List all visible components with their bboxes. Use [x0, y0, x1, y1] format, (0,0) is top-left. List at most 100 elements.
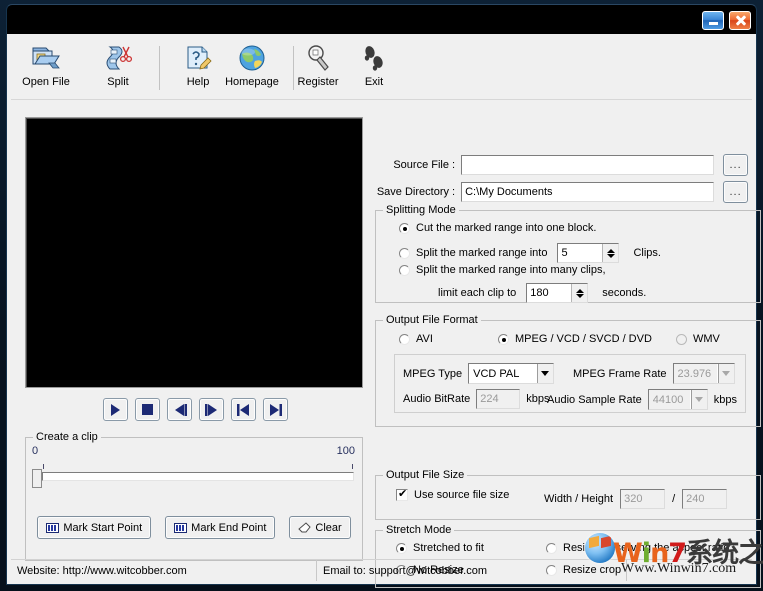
- stretch-option-stretched[interactable]: Stretched to fit: [396, 542, 484, 554]
- format-option-wmv[interactable]: WMV: [676, 333, 720, 345]
- audio-sample-rate-unit: kbps: [713, 393, 738, 406]
- radio-into-clips[interactable]: [399, 247, 410, 259]
- radio-stretched-to-fit[interactable]: [396, 542, 407, 554]
- slider-max-label: 100: [336, 445, 355, 457]
- mpeg-type-combo[interactable]: VCD PAL: [468, 363, 555, 384]
- step-forward-button[interactable]: [199, 398, 224, 421]
- toolbar-label: Open File: [22, 76, 70, 88]
- splitting-option-one-block[interactable]: Cut the marked range into one block.: [399, 222, 596, 234]
- slider-thumb[interactable]: [32, 469, 42, 488]
- use-source-file-size-row[interactable]: Use source file size: [396, 488, 510, 501]
- clear-label: Clear: [315, 521, 342, 534]
- step-backward-button[interactable]: [167, 398, 192, 421]
- clips-count-stepper[interactable]: 5: [557, 243, 620, 263]
- toolbar-button-homepage[interactable]: Homepage: [213, 40, 291, 98]
- step-forward-icon: [204, 403, 217, 416]
- split-icon: [106, 46, 133, 70]
- clip-limit-row: limit each clip to 180 seconds.: [438, 283, 646, 303]
- height-input[interactable]: 240: [682, 489, 728, 509]
- toolbar-label: Homepage: [225, 76, 279, 88]
- stepper-down-icon[interactable]: [575, 293, 584, 298]
- stepper-up-icon[interactable]: [575, 288, 584, 293]
- save-directory-row: Save Directory : C:\My Documents ...: [375, 181, 748, 203]
- splitting-option-one-block-label: Cut the marked range into one block.: [416, 222, 597, 234]
- clear-button[interactable]: Clear: [289, 516, 351, 539]
- clip-slider[interactable]: [32, 464, 356, 488]
- chevron-down-icon[interactable]: [689, 390, 707, 409]
- mark-end-icon: [174, 522, 188, 533]
- clips-count-stepper-buttons[interactable]: [602, 244, 619, 262]
- minimize-button[interactable]: [702, 11, 724, 30]
- splitting-mode-title: Splitting Mode: [383, 204, 459, 216]
- clip-limit-stepper[interactable]: 180: [526, 283, 589, 303]
- toolbar-separator: [159, 46, 160, 90]
- splitting-option-many-clips[interactable]: Split the marked range into many clips,: [399, 264, 606, 276]
- help-icon: [187, 46, 212, 70]
- splitting-option-into-clips-label: Split the marked range into: [416, 247, 548, 259]
- skip-to-start-button[interactable]: [231, 398, 256, 421]
- audio-sample-rate-combo[interactable]: 44100: [647, 389, 708, 410]
- mpeg-frame-rate-combo[interactable]: 23.976: [672, 363, 735, 384]
- clips-count-value[interactable]: 5: [558, 244, 602, 262]
- source-file-browse-button[interactable]: ...: [723, 154, 748, 176]
- radio-mpeg[interactable]: [498, 333, 509, 345]
- mark-start-label: Mark Start Point: [63, 521, 143, 534]
- splitting-option-into-clips[interactable]: Split the marked range into 5 Clips.: [399, 243, 661, 263]
- toolbar-button-exit[interactable]: Exit: [343, 40, 405, 98]
- mark-start-icon: [46, 522, 60, 533]
- width-input[interactable]: 320: [620, 489, 666, 509]
- close-button[interactable]: [729, 11, 751, 30]
- chevron-down-icon[interactable]: [716, 364, 734, 383]
- chevron-down-icon[interactable]: [536, 364, 554, 383]
- main-toolbar: Open File Split Help Homepage Register E…: [11, 38, 752, 100]
- stepper-down-icon[interactable]: [606, 253, 615, 258]
- exit-icon: [364, 46, 383, 71]
- status-email: Email to: support@witcobber.com: [317, 560, 627, 581]
- splitting-mode-group: Splitting Mode Cut the marked range into…: [375, 204, 761, 303]
- format-mpeg-label: MPEG / VCD / SVCD / DVD: [515, 333, 652, 345]
- skip-end-icon: [270, 403, 282, 416]
- source-file-label: Source File :: [393, 159, 456, 171]
- audio-bitrate-input[interactable]: 224: [476, 389, 521, 409]
- skip-to-end-button[interactable]: [263, 398, 288, 421]
- toolbar-label: Help: [186, 76, 210, 88]
- mark-start-point-button[interactable]: Mark Start Point: [37, 516, 152, 539]
- stop-button[interactable]: [135, 398, 160, 421]
- stepper-up-icon[interactable]: [606, 248, 615, 253]
- toolbar-label: Split: [107, 76, 129, 88]
- eraser-icon: [298, 521, 312, 532]
- radio-many-clips[interactable]: [399, 264, 410, 276]
- save-directory-input[interactable]: C:\My Documents: [461, 182, 715, 202]
- clip-limit-stepper-buttons[interactable]: [571, 284, 588, 302]
- source-file-row: Source File : ...: [375, 154, 748, 176]
- output-file-format-group: Output File Format AVI MPEG / VCD / SVCD…: [375, 314, 761, 427]
- output-file-format-title: Output File Format: [383, 314, 481, 326]
- play-button[interactable]: [103, 398, 128, 421]
- slider-track[interactable]: [42, 472, 354, 481]
- use-source-file-size-label: Use source file size: [414, 489, 510, 501]
- video-preview-area[interactable]: [25, 117, 363, 388]
- source-file-input[interactable]: [461, 155, 715, 175]
- radio-avi[interactable]: [399, 333, 410, 345]
- mpeg-type-value: VCD PAL: [473, 367, 520, 380]
- save-directory-browse-button[interactable]: ...: [723, 181, 748, 203]
- mark-end-point-button[interactable]: Mark End Point: [165, 516, 276, 539]
- use-source-file-size-checkbox[interactable]: [396, 488, 408, 501]
- slider-min-label: 0: [32, 445, 39, 457]
- status-extra: [627, 560, 752, 581]
- client-area: Open File Split Help Homepage Register E…: [6, 34, 761, 588]
- format-option-avi[interactable]: AVI: [399, 333, 433, 345]
- mpeg-frame-rate-label: MPEG Frame Rate: [573, 367, 667, 380]
- toolbar-button-split[interactable]: Split: [87, 40, 149, 98]
- radio-wmv[interactable]: [676, 333, 687, 345]
- width-height-separator: /: [672, 493, 676, 505]
- stretch-option-aspect[interactable]: Resize preserving the aspect ratio: [546, 542, 729, 554]
- radio-one-block[interactable]: [399, 222, 410, 234]
- radio-preserve-aspect-ratio[interactable]: [546, 542, 557, 554]
- format-option-mpeg[interactable]: MPEG / VCD / SVCD / DVD: [498, 333, 652, 345]
- audio-sample-rate-label: Audio Sample Rate: [547, 393, 642, 406]
- clip-limit-value[interactable]: 180: [527, 284, 571, 302]
- minimize-icon: [708, 22, 718, 25]
- toolbar-button-open-file[interactable]: Open File: [15, 40, 77, 98]
- step-backward-icon: [174, 403, 187, 416]
